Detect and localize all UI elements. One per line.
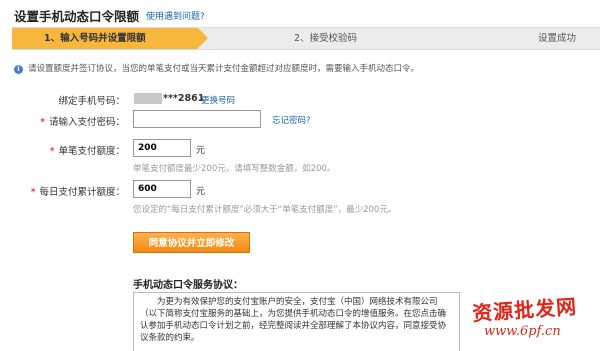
notice: i 请设置额度并签订协议，当您的单笔支付或当天累计支付金额超过对应额度时，需要输入… xyxy=(14,62,419,74)
page-title: 设置手机动态口令限额 xyxy=(14,9,140,24)
watermark: 资源批发网 www.6pf.cn xyxy=(464,292,594,350)
daily-limit-row: *每日支付累计额度： 元 xyxy=(0,180,600,200)
step-1-label: 1、输入号码并设置限额 xyxy=(44,33,146,44)
step-3: 设置成功 xyxy=(538,33,577,44)
password-label-text: 请输入支付密码： xyxy=(48,117,125,128)
agreement-title: 手机动态口令服务协议： xyxy=(133,280,243,291)
progress-steps: 1、输入号码并设置限额 2、接受校验码 设置成功 xyxy=(12,27,600,50)
daily-limit-label: * 每日支付累计额度： xyxy=(31,184,125,198)
step-2: 2、接受校验码 xyxy=(294,33,358,44)
help-link[interactable]: 使用遇到问题? xyxy=(146,9,205,22)
single-limit-unit: 元 xyxy=(196,146,206,156)
password-row: * 请输入支付密码： 忘记密码? xyxy=(0,110,600,130)
notice-text: 请设置额度并签订协议，当您的单笔支付或当天累计支付金额超过对应额度时，需要输入手… xyxy=(28,64,420,74)
step-arrow xyxy=(198,28,208,48)
single-limit-hint: 单笔支付额度最少200元，请填写整数金额，如200。 xyxy=(133,164,336,174)
daily-limit-hint: 您设定的“每日支付累计额度”必须大于“单笔支付额度”，最少200元。 xyxy=(133,205,397,215)
single-limit-input[interactable] xyxy=(133,139,191,157)
phone-row: 绑定手机号码： ***2861 更换号码 xyxy=(0,89,600,109)
daily-limit-label-text: 每日支付累计额度： xyxy=(39,187,125,198)
single-limit-label: * 单笔支付额度： xyxy=(50,143,125,157)
phone-label: 绑定手机号码： xyxy=(58,96,125,107)
step-1-active: 1、输入号码并设置限额 xyxy=(12,28,208,49)
agreement-box[interactable]: 为更为有效保护您的支付宝账户的安全，支付宝（中国）网络技术有限公司（以下简称支付… xyxy=(133,292,460,351)
info-icon: i xyxy=(14,65,23,74)
single-limit-row: *单笔支付额度： 元 xyxy=(0,139,600,159)
phone-number: ***2861 xyxy=(163,93,205,104)
agreement-text: 为更为有效保护您的支付宝账户的安全，支付宝（中国）网络技术有限公司（以下简称支付… xyxy=(140,297,447,343)
required-mark: * xyxy=(49,146,55,157)
password-label: * 请输入支付密码： xyxy=(40,114,125,128)
phone-mask xyxy=(134,93,162,104)
watermark-url: www.6pf.cn xyxy=(484,324,561,339)
change-number-link[interactable]: 更换号码 xyxy=(201,94,235,106)
password-input[interactable] xyxy=(133,110,261,128)
daily-limit-input[interactable] xyxy=(133,180,191,198)
required-mark: * xyxy=(40,117,45,128)
submit-button[interactable]: 同意协议并立即修改 xyxy=(133,232,250,253)
watermark-text: 资源批发网 xyxy=(471,294,578,326)
forgot-password-link[interactable]: 忘记密码? xyxy=(272,114,311,126)
single-limit-label-text: 单笔支付额度： xyxy=(58,146,125,157)
required-mark: * xyxy=(30,187,36,198)
daily-limit-unit: 元 xyxy=(196,187,206,197)
